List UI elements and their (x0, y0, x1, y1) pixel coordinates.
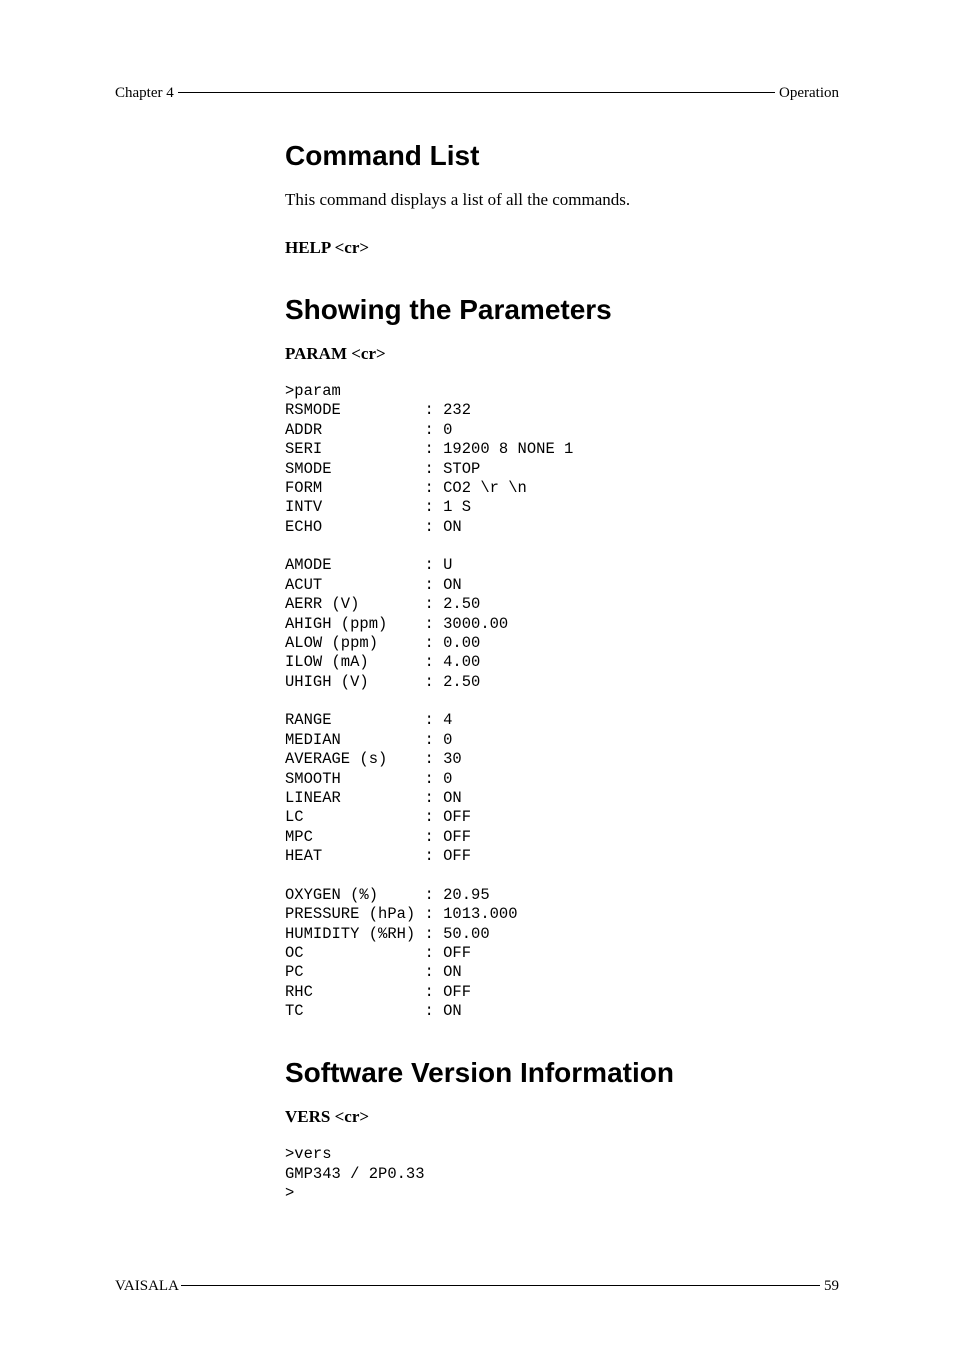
param-output: >param RSMODE : 232 ADDR : 0 SERI : 1920… (285, 382, 839, 1021)
help-command: HELP <cr> (285, 238, 839, 258)
footer-brand: VAISALA (115, 1278, 179, 1295)
heading-software-version: Software Version Information (285, 1057, 839, 1089)
command-list-description: This command displays a list of all the … (285, 190, 839, 210)
header-section: Operation (779, 85, 839, 102)
heading-command-list: Command List (285, 140, 839, 172)
vers-output: >vers GMP343 / 2P0.33 > (285, 1145, 839, 1203)
page-content: Command List This command displays a lis… (285, 140, 839, 1204)
header-rule (178, 92, 775, 93)
page-header: Chapter 4 Operation (115, 85, 839, 102)
header-chapter: Chapter 4 (115, 85, 174, 102)
footer-page-number: 59 (824, 1278, 839, 1295)
heading-showing-parameters: Showing the Parameters (285, 294, 839, 326)
param-command: PARAM <cr> (285, 344, 839, 364)
page-footer: VAISALA 59 (115, 1278, 839, 1295)
vers-command: VERS <cr> (285, 1107, 839, 1127)
footer-rule (181, 1285, 820, 1286)
